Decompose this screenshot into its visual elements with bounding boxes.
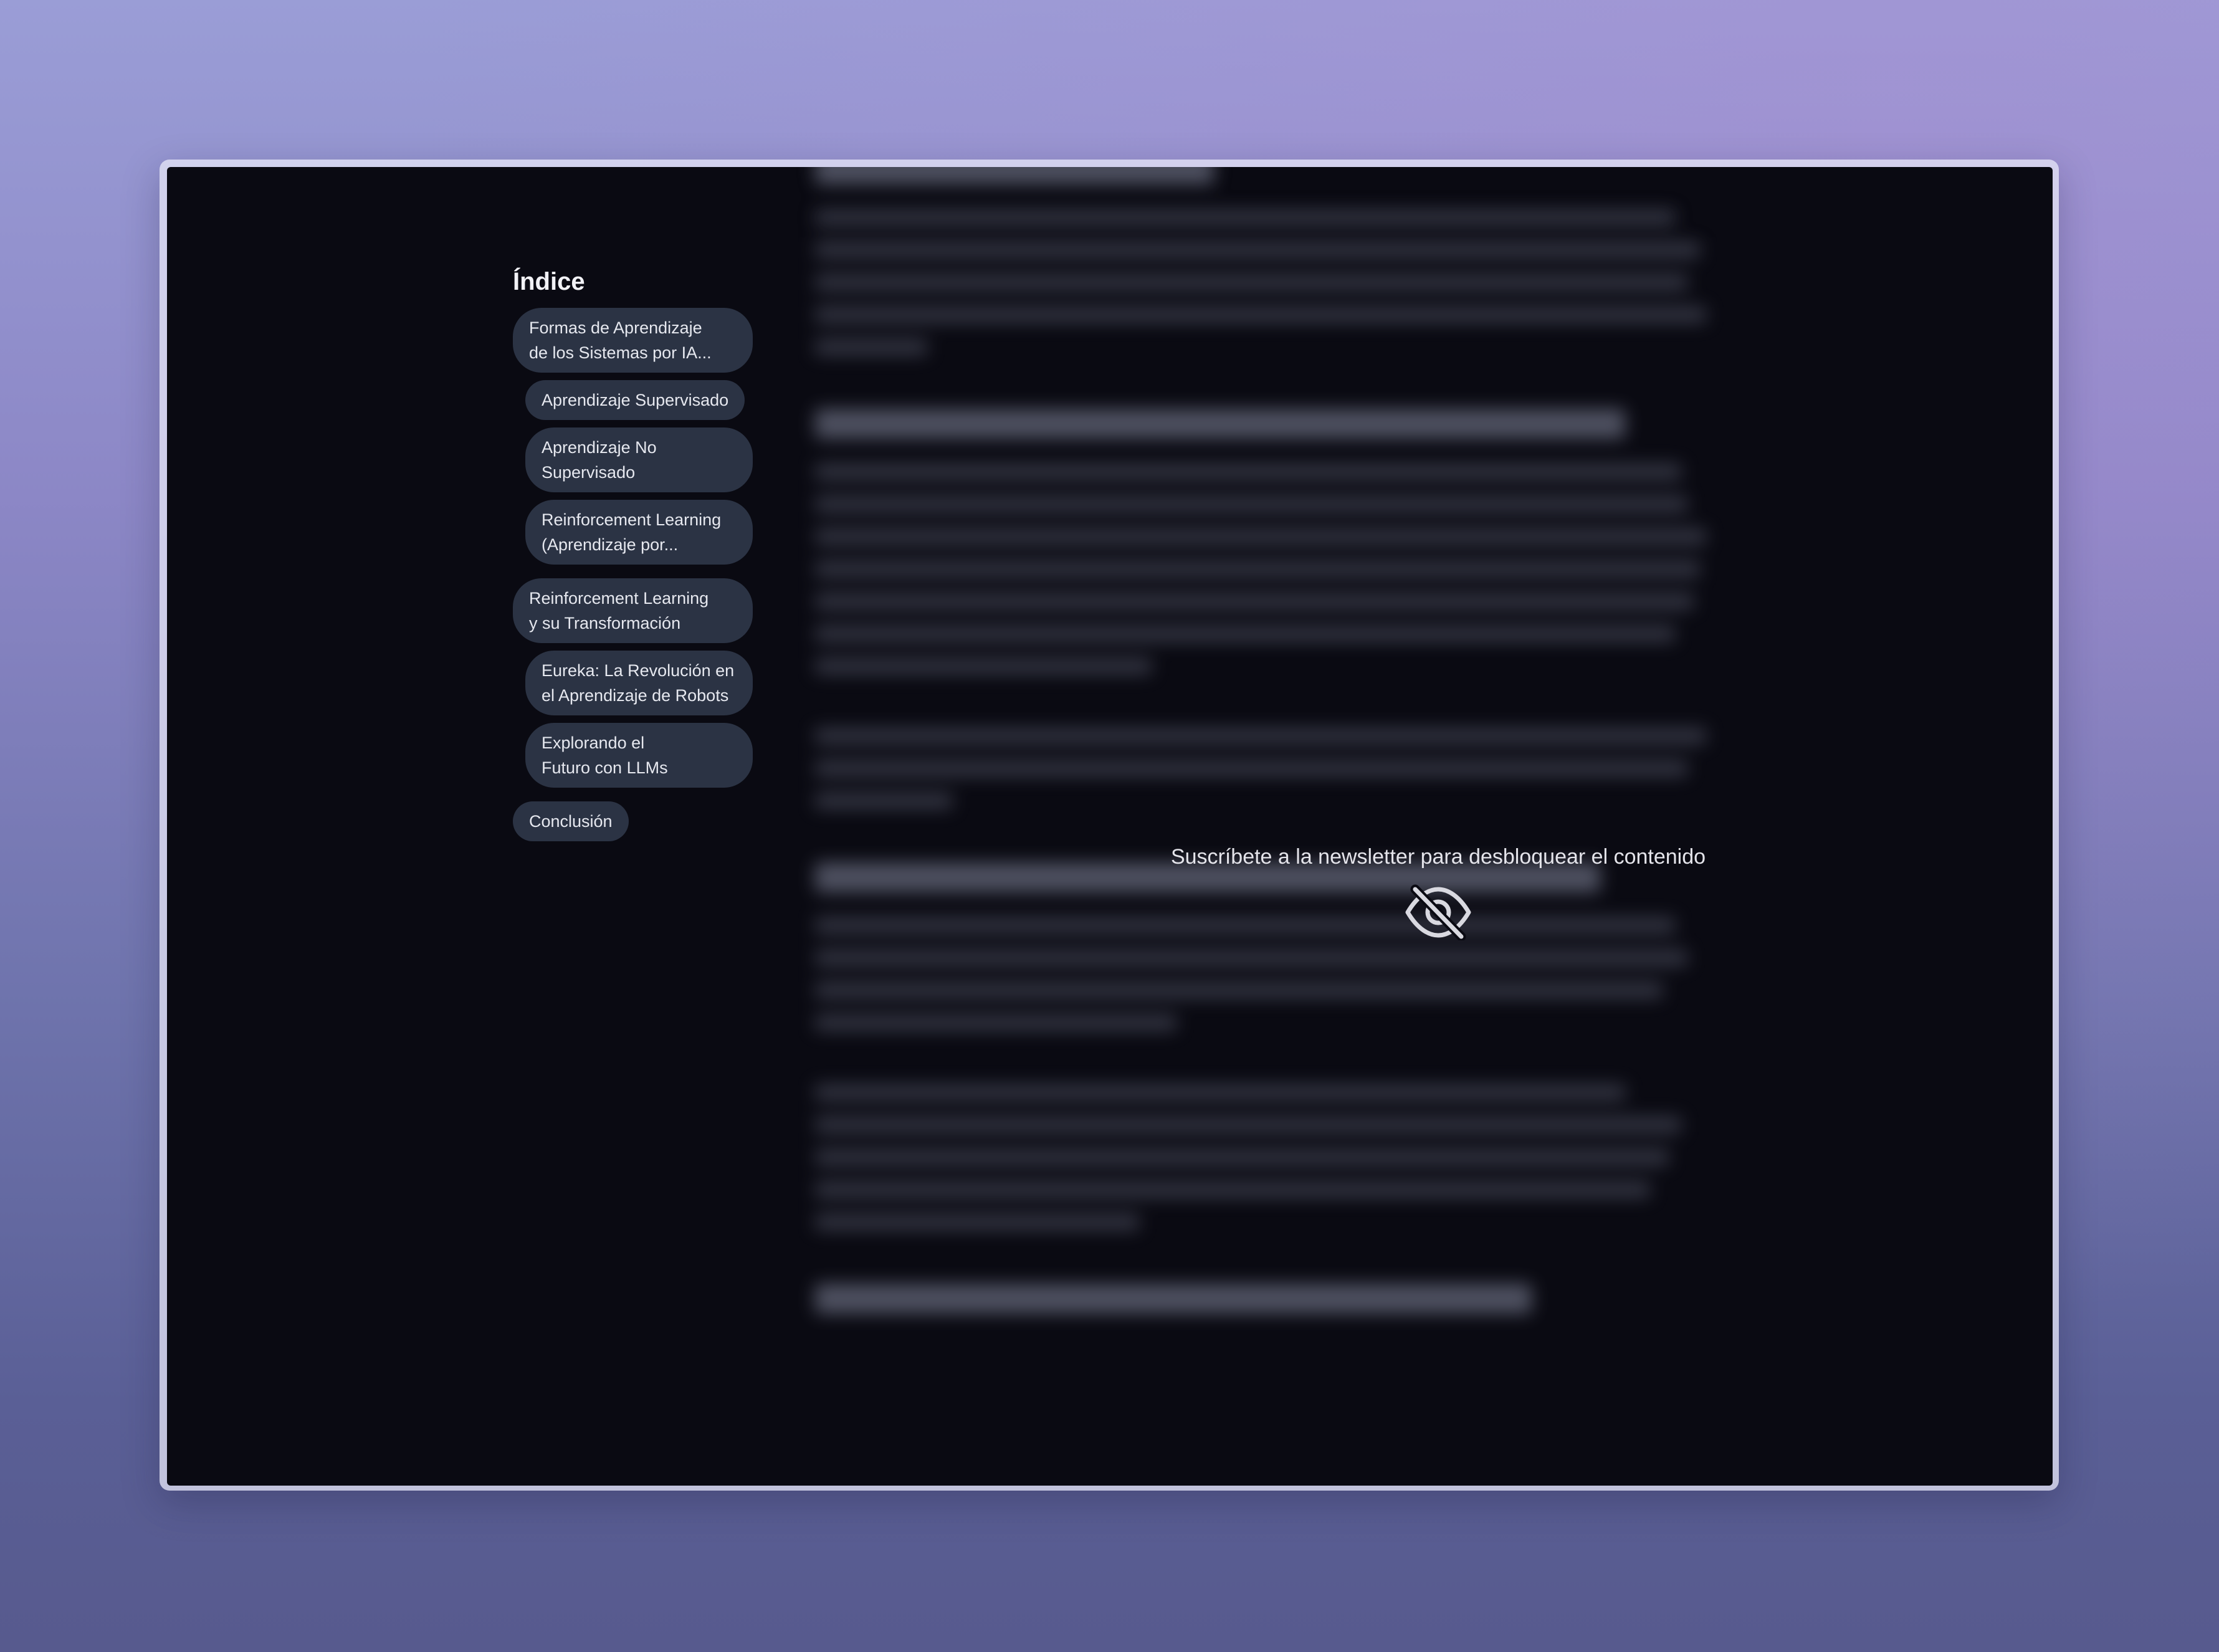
eye-slash-icon	[1404, 884, 1472, 942]
blurred-line	[815, 1084, 1625, 1101]
blurred-article	[815, 167, 1719, 1339]
blurred-line	[815, 1117, 1681, 1133]
toc-item-label: Conclusión	[529, 812, 613, 831]
toc-item-label: Aprendizaje No	[542, 438, 657, 457]
toc-item-label: y su Transformación	[529, 614, 681, 633]
blurred-heading	[815, 1284, 1532, 1314]
toc-item-label: Reinforcement Learning	[542, 510, 722, 529]
blurred-line	[815, 950, 1687, 966]
toc-item-label: Eureka: La Revolución en	[542, 661, 735, 680]
blurred-line	[815, 464, 1681, 480]
toc-item-label: de los Sistemas por IA...	[529, 343, 712, 362]
blurred-line	[815, 274, 1687, 290]
blurred-line	[815, 760, 1687, 776]
toc-item-label: Reinforcement Learning	[529, 589, 709, 608]
toc-item-conclusion[interactable]: Conclusión	[513, 801, 629, 841]
blurred-line	[815, 1214, 1139, 1230]
blurred-line	[815, 1015, 1176, 1031]
blurred-line	[815, 982, 1663, 998]
blurred-heading	[815, 409, 1625, 439]
blurred-line	[815, 793, 952, 809]
blurred-line	[815, 528, 1706, 545]
blurred-line	[815, 1182, 1650, 1198]
toc-title: Índice	[513, 268, 585, 295]
toc-item-aprendizaje-supervisado[interactable]: Aprendizaje Supervisado	[525, 380, 745, 420]
toc-item-label: Explorando el	[542, 733, 645, 752]
toc-item-reinforcement-learning-transformacion[interactable]: Reinforcement Learning y su Transformaci…	[513, 578, 753, 643]
toc-item-reinforcement-learning-aprendizaje[interactable]: Reinforcement Learning (Aprendizaje por.…	[525, 500, 753, 565]
blurred-heading	[815, 167, 1214, 184]
blurred-line	[815, 496, 1687, 512]
blurred-line	[815, 561, 1700, 577]
blurred-line	[815, 593, 1694, 609]
toc-item-label: el Aprendizaje de Robots	[542, 686, 729, 705]
toc-item-label: (Aprendizaje por...	[542, 535, 679, 554]
blurred-line	[815, 209, 1675, 226]
paywall-overlay: Suscríbete a la newsletter para desbloqu…	[977, 843, 1899, 943]
blurred-line	[815, 339, 927, 355]
blurred-line	[815, 658, 1152, 674]
toc-item-label: Supervisado	[542, 463, 636, 482]
toc-item-eureka[interactable]: Eureka: La Revolución en el Aprendizaje …	[525, 651, 753, 715]
blurred-line	[815, 242, 1700, 258]
blurred-line	[815, 1149, 1669, 1165]
toc-item-aprendizaje-no-supervisado[interactable]: Aprendizaje No Supervisado	[525, 427, 753, 492]
paywall-message: Suscríbete a la newsletter para desbloqu…	[1170, 845, 1706, 869]
blurred-line	[815, 626, 1675, 642]
toc-list: Formas de Aprendizaje de los Sistemas po…	[513, 308, 762, 849]
blurred-line	[815, 728, 1706, 744]
toc-item-label: Formas de Aprendizaje	[529, 318, 702, 337]
toc-item-formas-de-aprendizaje[interactable]: Formas de Aprendizaje de los Sistemas po…	[513, 308, 753, 373]
table-of-contents: Índice Formas de Aprendizaje de los Sist…	[513, 267, 762, 849]
toc-item-explorando-futuro-llms[interactable]: Explorando el Futuro con LLMs	[525, 723, 753, 788]
article-window: Índice Formas de Aprendizaje de los Sist…	[167, 167, 2053, 1486]
blurred-line	[815, 307, 1706, 323]
toc-item-label: Futuro con LLMs	[542, 758, 668, 777]
toc-item-label: Aprendizaje Supervisado	[542, 391, 729, 409]
